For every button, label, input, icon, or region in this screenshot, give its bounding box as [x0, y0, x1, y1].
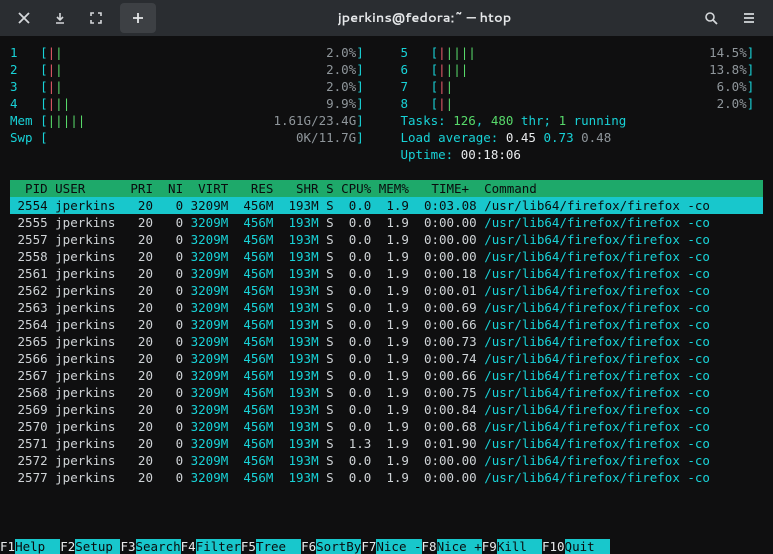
process-row[interactable]: 2566 jperkins 20 0 3209M 456M 193M S 0.0…: [10, 350, 763, 367]
fkey-label[interactable]: Setup: [75, 539, 120, 554]
cpu-meter: 5 [||||| 14.5%]: [401, 44, 764, 61]
process-row[interactable]: 2569 jperkins 20 0 3209M 456M 193M S 0.0…: [10, 401, 763, 418]
search-icon[interactable]: [693, 3, 729, 33]
fkey-num: F3: [120, 539, 135, 554]
download-icon[interactable]: [42, 3, 78, 33]
fkey-num: F8: [422, 539, 437, 554]
fkey-num: F7: [361, 539, 376, 554]
cpu-meter: 2 [|| 2.0%]: [10, 61, 373, 78]
fullscreen-icon[interactable]: [78, 3, 114, 33]
fkey-label[interactable]: Nice -: [376, 539, 421, 554]
fkey-num: F4: [181, 539, 196, 554]
fkey-label[interactable]: Help: [15, 539, 60, 554]
cpu-meter: 6 [|||| 13.8%]: [401, 61, 764, 78]
menu-icon[interactable]: [731, 3, 767, 33]
fkey-label[interactable]: Search: [136, 539, 181, 554]
process-row[interactable]: 2568 jperkins 20 0 3209M 456M 193M S 0.0…: [10, 384, 763, 401]
fkey-label[interactable]: SortBy: [316, 539, 361, 554]
fkey-label[interactable]: Kill: [497, 539, 542, 554]
fkey-label[interactable]: Nice +: [437, 539, 482, 554]
tasks-line: Tasks: 126, 480 thr; 1 running: [401, 112, 764, 129]
process-row[interactable]: 2570 jperkins 20 0 3209M 456M 193M S 0.0…: [10, 418, 763, 435]
cpu-meter: 1 [|| 2.0%]: [10, 44, 373, 61]
cpu-meter: 7 [|| 6.0%]: [401, 78, 764, 95]
process-row[interactable]: 2558 jperkins 20 0 3209M 456M 193M S 0.0…: [10, 248, 763, 265]
fkey-num: F10: [542, 539, 565, 554]
new-tab-button[interactable]: [120, 3, 156, 33]
process-row[interactable]: 2563 jperkins 20 0 3209M 456M 193M S 0.0…: [10, 299, 763, 316]
fkey-num: F5: [241, 539, 256, 554]
process-header: PID USER PRI NI VIRT RES SHR S CPU% MEM%…: [10, 180, 763, 197]
uptime-line: Uptime: 00:18:06: [401, 146, 764, 163]
window-title: jperkins@fedora:~ — htop: [156, 9, 693, 27]
load-line: Load average: 0.45 0.73 0.48: [401, 129, 764, 146]
fkey-num: F6: [301, 539, 316, 554]
process-row[interactable]: 2572 jperkins 20 0 3209M 456M 193M S 0.0…: [10, 452, 763, 469]
process-row[interactable]: 2554 jperkins 20 0 3209M 456M 193M S 0.0…: [10, 197, 763, 214]
fkey-num: F2: [60, 539, 75, 554]
fkey-label[interactable]: Tree: [256, 539, 301, 554]
fkey-label[interactable]: Quit: [565, 539, 610, 554]
process-row[interactable]: 2567 jperkins 20 0 3209M 456M 193M S 0.0…: [10, 367, 763, 384]
process-row[interactable]: 2555 jperkins 20 0 3209M 456M 193M S 0.0…: [10, 214, 763, 231]
fkey-num: F1: [0, 539, 15, 554]
process-row[interactable]: 2561 jperkins 20 0 3209M 456M 193M S 0.0…: [10, 265, 763, 282]
process-row[interactable]: 2577 jperkins 20 0 3209M 456M 193M S 0.0…: [10, 469, 763, 486]
cpu-meter: 3 [|| 2.0%]: [10, 78, 373, 95]
process-row[interactable]: 2557 jperkins 20 0 3209M 456M 193M S 0.0…: [10, 231, 763, 248]
process-row[interactable]: 2564 jperkins 20 0 3209M 456M 193M S 0.0…: [10, 316, 763, 333]
titlebar: jperkins@fedora:~ — htop: [0, 0, 773, 36]
fkey-label[interactable]: Filter: [196, 539, 241, 554]
cpu-meter: 4 [||| 9.9%]: [10, 95, 373, 112]
mem-meter: Mem [||||| 1.61G/23.4G]: [10, 112, 373, 129]
process-row[interactable]: 2562 jperkins 20 0 3209M 456M 193M S 0.0…: [10, 282, 763, 299]
terminal-area[interactable]: 1 [|| 2.0%]2 [|| 2.0%]3 [|| 2.0%]4 [||| …: [0, 36, 773, 486]
fkey-num: F9: [482, 539, 497, 554]
process-row[interactable]: 2571 jperkins 20 0 3209M 456M 193M S 1.3…: [10, 435, 763, 452]
cpu-meter: 8 [|| 2.0%]: [401, 95, 764, 112]
swap-meter: Swp [ 0K/11.7G]: [10, 129, 373, 146]
process-row[interactable]: 2565 jperkins 20 0 3209M 456M 193M S 0.0…: [10, 333, 763, 350]
process-list[interactable]: 2554 jperkins 20 0 3209M 456M 193M S 0.0…: [10, 197, 763, 486]
fkey-bar[interactable]: F1Help F2Setup F3SearchF4FilterF5Tree F6…: [0, 539, 773, 554]
close-icon[interactable]: [6, 3, 42, 33]
